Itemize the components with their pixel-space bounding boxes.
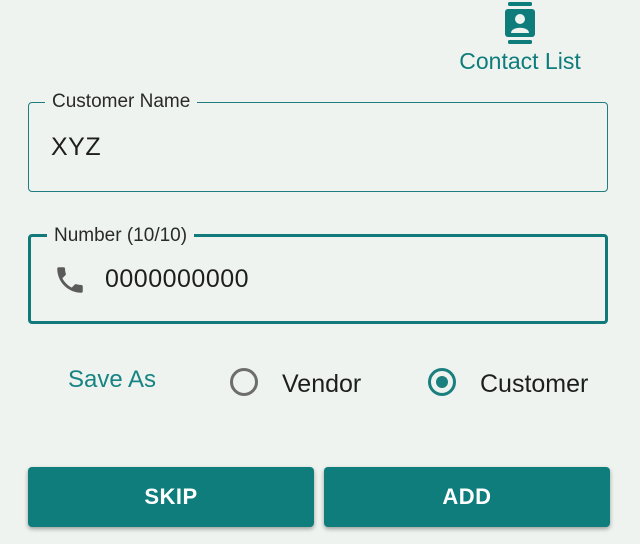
number-value[interactable]: 0000000000 [105,265,249,294]
customer-radio-selected-dot [436,376,448,388]
customer-radio[interactable]: Customer [428,366,608,406]
phone-icon [57,267,83,293]
skip-button[interactable]: SKIP [28,467,314,527]
customer-name-label: Customer Name [45,89,198,115]
vendor-radio-circle[interactable] [230,368,258,396]
vendor-radio-label[interactable]: Vendor [282,370,361,399]
number-field[interactable]: Number (10/10) 0000000000 [28,223,608,324]
vendor-radio[interactable]: Vendor [230,366,380,406]
add-button[interactable]: ADD [324,467,610,527]
customer-name-field[interactable]: Customer Name XYZ [28,89,608,192]
contact-list-button[interactable]: Contact List [450,2,590,76]
customer-name-value[interactable]: XYZ [51,133,101,162]
add-customer-form: Contact List Customer Name XYZ Number (1… [0,0,640,544]
contact-list-label: Contact List [459,48,581,74]
save-as-label: Save As [68,366,157,393]
contact-list-icon [505,2,535,44]
customer-radio-label[interactable]: Customer [480,370,588,399]
number-label: Number (10/10) [47,223,195,249]
